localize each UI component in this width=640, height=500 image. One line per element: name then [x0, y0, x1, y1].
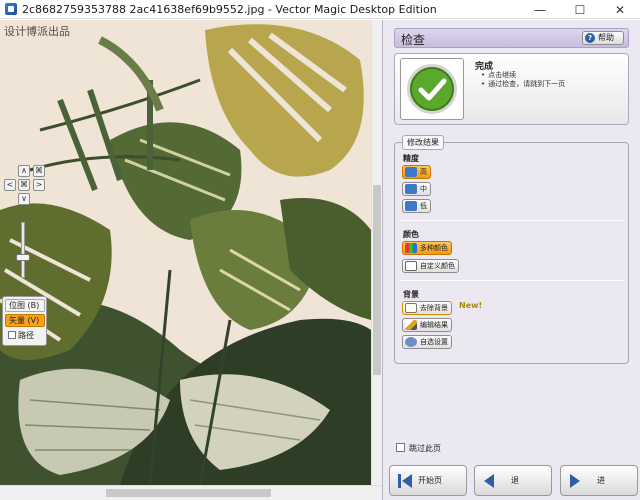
start-page-label: 开始页	[418, 476, 442, 485]
horizontal-scrollbar[interactable]	[0, 485, 382, 500]
divider	[401, 280, 623, 281]
help-button[interactable]: ? 帮助	[582, 31, 624, 45]
status-box: 完成 点击继续 通过检查，请跳到下一页	[394, 53, 629, 125]
path-checkbox[interactable]	[8, 331, 16, 339]
color-label: 颜色	[403, 230, 419, 239]
bitmap-view-button[interactable]: 位图 (B)	[5, 299, 45, 312]
modify-results-group: 修改结果 精度 高 中 低 颜色 多种颜色 自定义颜色 背景 去除背景 编辑结果…	[394, 135, 629, 364]
pan-down-button[interactable]: ∨	[18, 193, 30, 205]
skip-page-label: 跳过此页	[409, 444, 441, 453]
back-button[interactable]: 退	[474, 465, 552, 496]
back-label: 退	[511, 476, 519, 485]
vector-view-button[interactable]: 矢量 (V)	[5, 314, 45, 327]
settings-icon	[405, 337, 417, 347]
custom-settings-label: 自选设置	[420, 338, 448, 346]
wizard-panel: 检查 ? 帮助 完成 点击继续 通过检查，请跳到下一页 修改结果 精度 高 中 …	[382, 20, 640, 500]
detail-high-label: 高	[420, 168, 427, 176]
arrow-icon	[405, 184, 417, 194]
custom-settings-button[interactable]: 自选设置	[402, 335, 452, 349]
zoom-slider-track[interactable]	[21, 222, 25, 278]
status-image-frame	[400, 58, 464, 120]
vertical-scroll-thumb[interactable]	[373, 185, 381, 375]
pan-up-button[interactable]: ∧	[18, 165, 30, 177]
help-label: 帮助	[598, 33, 614, 42]
remove-background-button[interactable]: 去除背景	[402, 301, 452, 315]
path-label: 路径	[18, 331, 34, 340]
image-canvas[interactable]: 设计博派出品 ∧ ⌘ < ⌘ > ∨	[0, 20, 371, 485]
maximize-button[interactable]: ☐	[560, 0, 600, 19]
edit-result-label: 编辑结果	[420, 321, 448, 329]
horizontal-scroll-thumb[interactable]	[106, 489, 271, 497]
detail-medium-label: 中	[420, 185, 427, 193]
title-bar: 2c8682759353788 2ac41638ef69b9552.jpg - …	[0, 0, 640, 19]
eraser-icon	[405, 303, 417, 313]
window-controls: — ☐ ✕	[520, 0, 640, 19]
fit-view-button[interactable]: ⌘	[33, 165, 45, 177]
next-label: 进	[597, 476, 605, 485]
app-icon	[5, 3, 17, 15]
back-arrow-icon	[484, 474, 494, 488]
detail-high-button[interactable]: 高	[402, 165, 431, 179]
pan-right-button[interactable]: >	[33, 179, 45, 191]
vector-result-image	[0, 24, 371, 485]
path-view-toggle[interactable]: 路径	[5, 330, 45, 343]
vertical-scrollbar[interactable]	[371, 20, 382, 485]
detail-label: 精度	[403, 154, 419, 163]
divider	[401, 220, 623, 221]
first-page-icon	[398, 474, 412, 488]
detail-low-button[interactable]: 低	[402, 199, 431, 213]
skip-page-checkbox[interactable]	[396, 443, 405, 452]
check-icon	[407, 64, 457, 114]
group-title: 修改结果	[402, 135, 444, 150]
edit-result-button[interactable]: 编辑结果	[402, 318, 452, 332]
arrow-icon	[405, 201, 417, 211]
skip-page-toggle[interactable]: 跳过此页	[396, 443, 441, 454]
next-arrow-icon	[570, 474, 580, 488]
panel-header: 检查 ? 帮助	[394, 28, 629, 48]
status-line: 通过检查，请跳到下一页	[481, 79, 565, 89]
watermark-text: 设计博派出品	[4, 25, 70, 38]
multi-color-button[interactable]: 多种颜色	[402, 241, 452, 255]
arrow-icon	[405, 167, 417, 177]
help-icon: ?	[585, 33, 595, 43]
palette-icon	[405, 243, 417, 253]
actual-size-button[interactable]: ⌘	[18, 179, 30, 191]
next-button[interactable]: 进	[560, 465, 638, 496]
remove-background-label: 去除背景	[420, 304, 448, 312]
multi-color-label: 多种颜色	[420, 244, 448, 252]
pencil-icon	[405, 320, 417, 330]
minimize-button[interactable]: —	[520, 0, 560, 19]
start-page-button[interactable]: 开始页	[389, 465, 467, 496]
palette-icon	[405, 261, 417, 271]
close-button[interactable]: ✕	[600, 0, 640, 19]
detail-medium-button[interactable]: 中	[402, 182, 431, 196]
pan-left-button[interactable]: <	[4, 179, 16, 191]
custom-color-label: 自定义颜色	[420, 262, 455, 270]
custom-color-button[interactable]: 自定义颜色	[402, 259, 459, 273]
window-title: 2c8682759353788 2ac41638ef69b9552.jpg - …	[22, 2, 437, 16]
zoom-slider-handle[interactable]	[16, 254, 30, 261]
detail-low-label: 低	[420, 202, 427, 210]
view-mode-panel: 位图 (B) 矢量 (V) 路径	[2, 296, 47, 346]
new-badge: New!	[459, 301, 483, 310]
background-label: 背景	[403, 290, 419, 299]
panel-title: 检查	[401, 33, 426, 47]
